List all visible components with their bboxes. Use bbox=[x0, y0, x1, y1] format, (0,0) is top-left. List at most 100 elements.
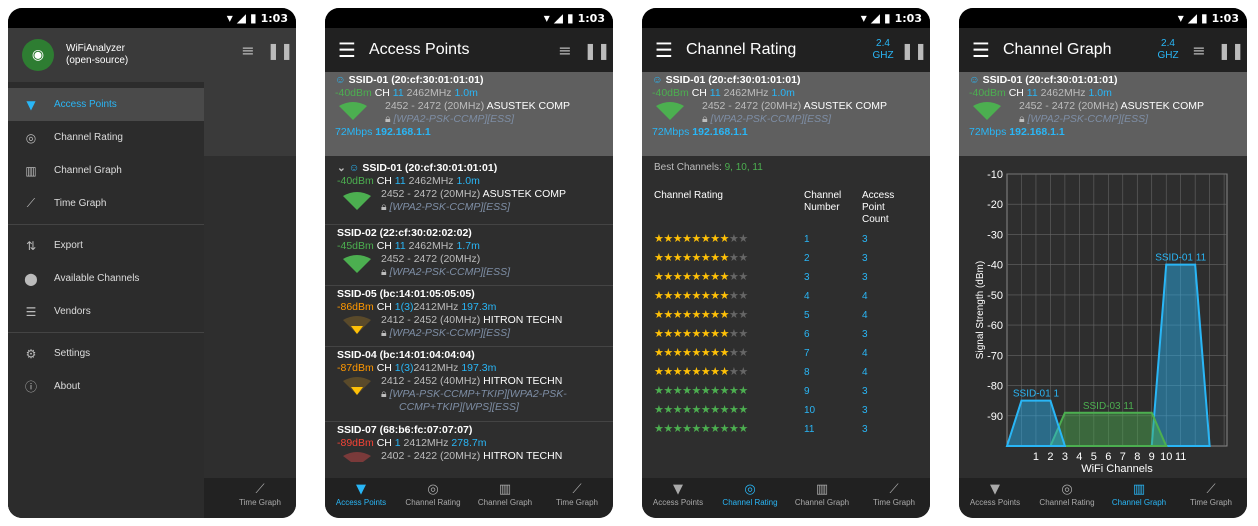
series-label: SSID-03 11 bbox=[1083, 401, 1134, 412]
star-rating: ★★★★★★★★★★ bbox=[654, 232, 748, 245]
bar-chart-icon: ▥ bbox=[498, 482, 512, 497]
drawer-item-access-points[interactable]: ▼ Access Points bbox=[8, 88, 204, 121]
drawer-item-settings[interactable]: ⚙ Settings bbox=[8, 337, 204, 370]
ch-label: CH bbox=[376, 362, 392, 374]
best-channels-value: 9, 10, 11 bbox=[724, 162, 763, 173]
x-tick-label: 9 bbox=[1149, 451, 1155, 463]
ap-ip: 192.168.1.1 bbox=[1009, 126, 1065, 138]
bottom-nav: ▼ Access Points ◎ Channel Rating ▥ Channel … bbox=[642, 478, 930, 518]
ap-frequency: 2412MHz bbox=[403, 437, 449, 449]
pause-icon[interactable]: ❚❚ bbox=[898, 41, 930, 60]
drawer-item-vendors[interactable]: ☰ Vendors bbox=[8, 295, 204, 328]
ap-ssid: SSID-05 (bc:14:01:05:05:05) bbox=[337, 288, 475, 300]
connected-ap-panel[interactable]: ☺ SSID-01 (20:cf:30:01:01:01) -40dBm CH … bbox=[642, 72, 930, 156]
line-graph-icon: ⟋ bbox=[889, 482, 899, 497]
wifi-strength-icon bbox=[343, 377, 371, 395]
nav-item-time-graph[interactable]: ⟋ Time Graph bbox=[541, 478, 613, 518]
table-row: ★★★★★★★★★★ 8 4 bbox=[654, 365, 924, 383]
nav-item-access-points[interactable]: ▼ Access Points bbox=[642, 478, 714, 518]
ap-count: 3 bbox=[862, 424, 868, 435]
ap-ip: 192.168.1.1 bbox=[375, 126, 431, 138]
x-tick-label: 11 bbox=[1175, 451, 1186, 463]
app-bar: ☰ Channel Rating 2.4 GHZ ❚❚ bbox=[642, 28, 930, 72]
nav-item-access-points[interactable]: ▼ Access Points bbox=[325, 478, 397, 518]
pause-icon[interactable]: ❚❚ bbox=[264, 41, 296, 60]
phone-access-points: ▾ ◢ ▮ 1:03 ☰ Access Points ≡ ❚❚ ☺ SSID-01 (… bbox=[325, 8, 613, 518]
menu-icon[interactable]: ☰ bbox=[959, 38, 1003, 62]
filter-icon[interactable]: ≡ bbox=[232, 41, 264, 60]
ch-label: CH bbox=[376, 175, 392, 187]
lock-icon: 🔒︎ bbox=[385, 113, 391, 125]
menu-icon[interactable]: ☰ bbox=[325, 38, 369, 62]
chevron-down-icon[interactable]: ⌄ bbox=[337, 162, 346, 174]
ap-count: 4 bbox=[862, 291, 868, 302]
drawer-item-export[interactable]: ⇅ Export bbox=[8, 229, 204, 262]
y-tick-label: -90 bbox=[987, 411, 1003, 423]
wifi-strength-icon bbox=[343, 255, 371, 273]
star-rating: ★★★★★★★★★★ bbox=[654, 422, 748, 435]
ap-range: 2452 - 2472 (20MHz) bbox=[381, 253, 481, 265]
ch-label: CH bbox=[376, 437, 392, 449]
phone-channel-rating: ▾ ◢ ▮ 1:03 ☰ Channel Rating 2.4 GHZ ❚❚ ☺ SSI… bbox=[642, 8, 930, 518]
filter-icon[interactable]: ≡ bbox=[1183, 41, 1215, 60]
clock: 1:03 bbox=[260, 11, 288, 25]
nav-item-channel-rating[interactable]: ◎ Channel Rating bbox=[1031, 478, 1103, 518]
battery-icon: ▮ bbox=[250, 11, 257, 25]
nav-item-access-points[interactable]: ▼ Access Points bbox=[959, 478, 1031, 518]
nav-item-time-graph[interactable]: ⟋ Time Graph bbox=[224, 478, 296, 518]
band-toggle[interactable]: 2.4 GHZ bbox=[1153, 38, 1183, 62]
signal-icon: ◢ bbox=[870, 11, 881, 25]
nav-item-time-graph[interactable]: ⟋ Time Graph bbox=[858, 478, 930, 518]
menu-icon[interactable]: ☰ bbox=[642, 38, 686, 62]
star-rating: ★★★★★★★★★★ bbox=[654, 270, 748, 283]
smiley-icon: ☺ bbox=[652, 74, 663, 86]
nav-item-channel-graph[interactable]: ▥ Channel Graph bbox=[469, 478, 541, 518]
list-item[interactable]: SSID-07 (68:b6:fc:07:07:07) -89dBm CH 1 … bbox=[325, 422, 613, 468]
ap-security-cont: CCMP+TKIP][WPS][ESS] bbox=[399, 401, 519, 413]
line-graph-icon: ⟋ bbox=[26, 196, 36, 210]
ap-distance: 197.3m bbox=[461, 362, 497, 374]
x-tick-label: 6 bbox=[1105, 451, 1111, 463]
clock: 1:03 bbox=[1211, 11, 1239, 25]
ap-frequency: 2462MHz bbox=[406, 87, 452, 99]
channel-graph-chart[interactable]: -10 -20 -30 -40 -50 -60 -70 -80 -90 1 2 3 4 5 6 7 8 9 10 11… bbox=[959, 156, 1247, 478]
ap-count: 3 bbox=[862, 253, 868, 264]
nav-item-channel-rating[interactable]: ◎ Channel Rating bbox=[714, 478, 786, 518]
nav-item-channel-graph[interactable]: ▥ Channel Graph bbox=[1103, 478, 1175, 518]
ap-signal: -86dBm bbox=[337, 301, 374, 313]
ap-count: 3 bbox=[862, 234, 868, 245]
connected-ap-panel[interactable]: ☺ SSID-01 (20:cf:30:01:01:01) -40dBm CH … bbox=[959, 72, 1247, 156]
nav-item-time-graph[interactable]: ⟋ Time Graph bbox=[1175, 478, 1247, 518]
drawer-item-channel-graph[interactable]: ▥ Channel Graph bbox=[8, 154, 204, 187]
wifi-status-icon: ▾ bbox=[543, 11, 550, 25]
nav-item-channel-graph[interactable]: ▥ Channel Graph bbox=[786, 478, 858, 518]
connected-ap-panel[interactable]: ☺ SSID-01 (20:cf:30:01:01:01) -40dBm CH … bbox=[325, 72, 613, 156]
list-item[interactable]: SSID-02 (22:cf:30:02:02:02) -45dBm CH 11… bbox=[325, 225, 613, 285]
ap-signal: -40dBm bbox=[337, 175, 374, 187]
list-item[interactable]: ⌄ ☺ SSID-01 (20:cf:30:01:01:01) -40dBm C… bbox=[325, 162, 613, 224]
drawer-item-time-graph[interactable]: ⟋ Time Graph bbox=[8, 187, 204, 220]
x-tick-label: 4 bbox=[1076, 451, 1082, 463]
channel-number: 9 bbox=[804, 386, 810, 397]
band-toggle[interactable]: 2.4 GHZ bbox=[868, 38, 898, 62]
star-rating: ★★★★★★★★★★ bbox=[654, 327, 748, 340]
series-label: SSID-01 11 bbox=[1155, 253, 1206, 264]
ap-frequency: 2412MHz bbox=[413, 301, 459, 313]
app-bar: ☰ Access Points ≡ ❚❚ bbox=[325, 28, 613, 72]
nav-item-channel-rating[interactable]: ◎ Channel Rating bbox=[397, 478, 469, 518]
filter-icon[interactable]: ≡ bbox=[549, 41, 581, 60]
drawer-item-about[interactable]: ⓘ About bbox=[8, 370, 204, 403]
table-row: ★★★★★★★★★★ 4 4 bbox=[654, 289, 924, 307]
list-item[interactable]: SSID-04 (bc:14:01:04:04:04) -87dBm CH 1(… bbox=[325, 347, 613, 421]
pause-icon[interactable]: ❚❚ bbox=[1215, 41, 1247, 60]
wifi-strength-icon bbox=[656, 102, 684, 120]
pause-icon[interactable]: ❚❚ bbox=[581, 41, 613, 60]
col-header-rating: Channel Rating bbox=[654, 190, 723, 201]
drawer-item-available-channels[interactable]: ⬤ Available Channels bbox=[8, 262, 204, 295]
x-axis-label: WiFi Channels bbox=[1081, 463, 1153, 475]
bottom-nav: ▼ Access Points ◎ Channel Rating ▥ Channel … bbox=[959, 478, 1247, 518]
bottom-nav: ▼ Access Points ◎ Channel Rating ▥ Channel … bbox=[325, 478, 613, 518]
drawer-item-channel-rating[interactable]: ◎ Channel Rating bbox=[8, 121, 204, 154]
wifi-status-icon: ▾ bbox=[1177, 11, 1184, 25]
list-item[interactable]: SSID-05 (bc:14:01:05:05:05) -86dBm CH 1(… bbox=[325, 286, 613, 346]
